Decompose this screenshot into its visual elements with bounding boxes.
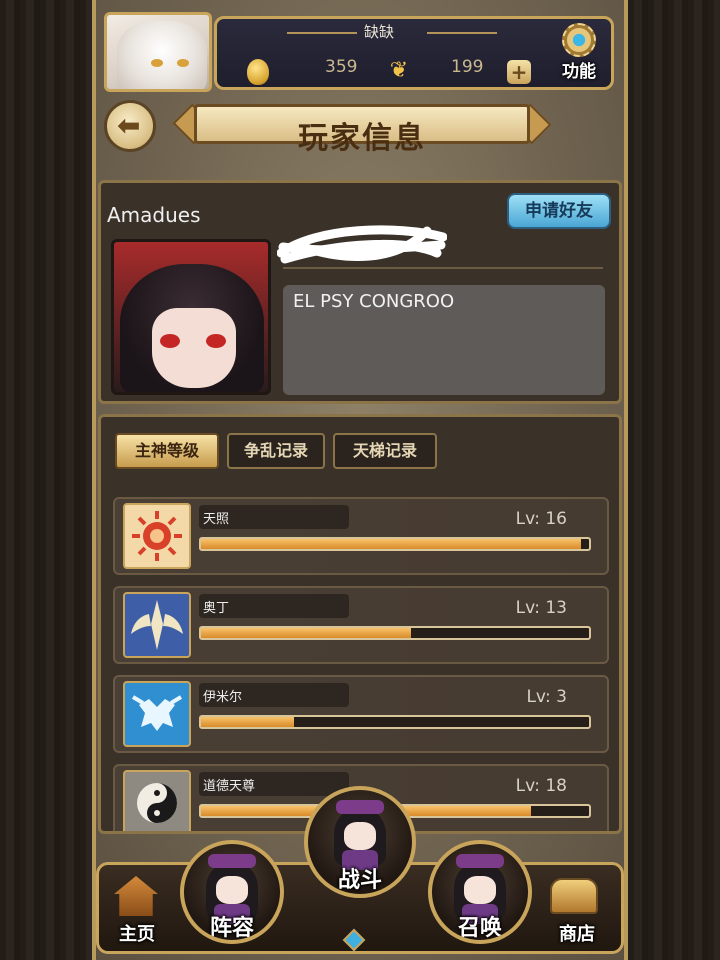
nav-battle-button[interactable]: 战斗 — [304, 786, 416, 898]
portrait-eye-right — [206, 334, 226, 348]
god-row[interactable]: 伊米尔 Lv: 3 — [113, 675, 609, 753]
house-icon — [114, 876, 158, 916]
avatar-hair — [117, 21, 207, 89]
nav-summon-label: 召唤 — [457, 916, 502, 941]
function-label: 功能 — [562, 62, 596, 82]
god-row[interactable]: 天照 Lv: 16 — [113, 497, 609, 575]
god-name: 奥丁 — [203, 601, 230, 616]
avatar-eye-left — [151, 59, 163, 67]
resource-a-value: 359 — [325, 57, 358, 77]
god-level: Lv: 3 — [526, 687, 567, 707]
tab-war-record[interactable]: 争乱记录 — [227, 433, 325, 469]
gear-icon — [562, 23, 596, 57]
nav-shop-button[interactable]: 商店 — [542, 870, 612, 950]
function-button[interactable]: 功能 — [551, 23, 607, 87]
nav-battle-label: 战斗 — [337, 868, 382, 893]
nav-lineup-label: 阵容 — [209, 916, 254, 941]
god-name: 道德天尊 — [203, 779, 256, 794]
player-avatar[interactable] — [104, 12, 212, 92]
page-title-banner: 玩家信息 — [164, 100, 560, 156]
winged-spear-icon — [123, 592, 191, 658]
god-name: 伊米尔 — [203, 690, 243, 705]
back-arrow-icon: ⬅ — [117, 109, 141, 142]
nav-home-button[interactable]: 主页 — [102, 870, 172, 950]
add-friend-button[interactable]: 申请好友 — [507, 193, 611, 229]
yin-yang-icon — [123, 770, 191, 831]
title-line-right — [427, 32, 497, 34]
resource-bar: 缺缺 359 ❦ 199 + 功能 — [214, 16, 614, 90]
god-row[interactable]: 奥丁 Lv: 13 — [113, 586, 609, 664]
signature-text: EL PSY CONGROO — [293, 291, 455, 312]
level-progress-track — [199, 715, 591, 729]
nav-home-label: 主页 — [119, 924, 155, 945]
level-progress-track — [199, 626, 591, 640]
profile-portrait — [111, 239, 271, 395]
back-button[interactable]: ⬅ — [104, 100, 156, 152]
god-name-box: 天照 — [199, 505, 349, 529]
god-level: Lv: 18 — [515, 776, 567, 796]
level-progress-fill — [201, 717, 295, 727]
avatar-eye-right — [177, 59, 189, 67]
banner-body: 玩家信息 — [194, 104, 530, 156]
god-level: Lv: 13 — [515, 598, 567, 618]
battle-character-icon — [330, 800, 390, 870]
signature-box: EL PSY CONGROO — [283, 285, 605, 395]
level-progress-track — [199, 537, 591, 551]
level-progress-fill — [201, 539, 582, 549]
treasure-chest-icon — [550, 878, 598, 914]
left-side-background — [0, 0, 92, 960]
god-name-box: 道德天尊 — [199, 772, 349, 796]
tab-god-level[interactable]: 主神等级 — [115, 433, 219, 469]
god-name-box: 奥丁 — [199, 594, 349, 618]
nav-shop-label: 商店 — [559, 924, 595, 945]
butterfly-icon: ❦ — [389, 58, 409, 83]
profile-panel: Amadues 申请好友 EL PSY CONGROO — [98, 180, 622, 404]
top-bar: 缺缺 359 ❦ 199 + 功能 — [96, 6, 624, 92]
god-name-box: 伊米尔 — [199, 683, 349, 707]
nav-lineup-button[interactable]: 阵容 — [180, 840, 284, 944]
nav-summon-button[interactable]: 召唤 — [428, 840, 532, 944]
portrait-face — [152, 308, 236, 388]
god-level-panel: 主神等级 争乱记录 天梯记录 天照 Lv: 16 奥丁 Lv: 13 伊米尔 L… — [98, 414, 622, 834]
tab-ladder-record[interactable]: 天梯记录 — [333, 433, 437, 469]
page-title: 玩家信息 — [298, 121, 426, 156]
resource-b-value: 199 — [451, 57, 484, 77]
level-progress-fill — [201, 628, 411, 638]
coin-icon — [247, 59, 269, 85]
plus-icon[interactable]: + — [507, 60, 531, 84]
right-side-background — [628, 0, 720, 960]
sun-emblem-icon — [123, 503, 191, 569]
god-name: 天照 — [203, 512, 230, 527]
portrait-eye-left — [160, 334, 180, 348]
bottom-nav: 主页 阵容 战斗 召唤 商店 — [96, 786, 624, 954]
name-divider — [283, 267, 603, 269]
god-level: Lv: 16 — [515, 509, 567, 529]
ice-giant-icon — [123, 681, 191, 747]
profile-name: Amadues — [107, 203, 201, 227]
redaction-scribble — [277, 225, 447, 264]
